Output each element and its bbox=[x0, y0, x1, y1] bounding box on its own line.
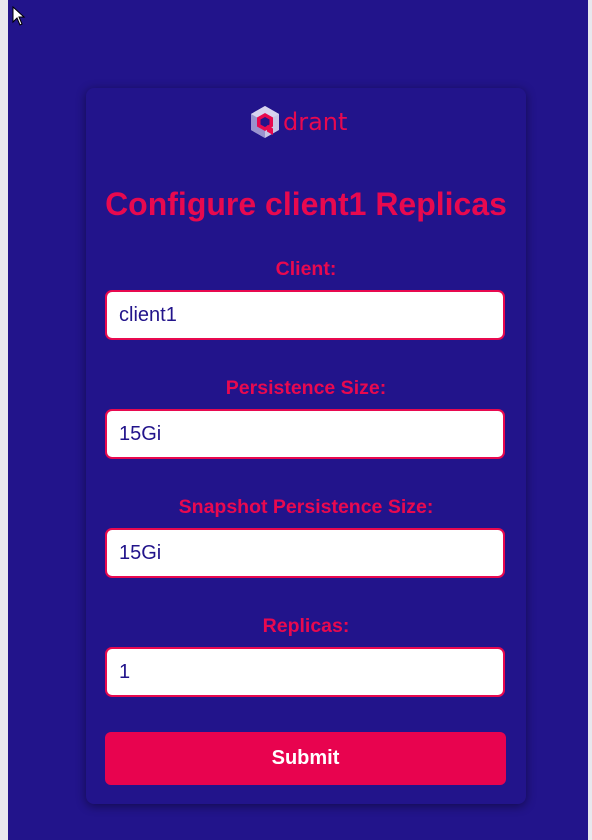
qdrant-logo-icon bbox=[251, 106, 279, 138]
client-label: Client: bbox=[275, 258, 337, 280]
snapshot-persistence-size-label: Snapshot Persistence Size: bbox=[178, 496, 434, 518]
replicas-input[interactable] bbox=[105, 647, 505, 697]
page-background: drant Configure client1 Replicas Client:… bbox=[8, 0, 588, 840]
persistence-size-input[interactable] bbox=[105, 409, 505, 459]
page-title: Configure client1 Replicas bbox=[105, 186, 507, 222]
submit-button[interactable]: Submit bbox=[105, 732, 506, 785]
logo-text: drant bbox=[283, 108, 348, 136]
snapshot-persistence-size-input[interactable] bbox=[105, 528, 505, 578]
logo: drant bbox=[249, 105, 347, 139]
config-form-card: drant Configure client1 Replicas Client:… bbox=[86, 88, 526, 804]
persistence-size-label: Persistence Size: bbox=[225, 377, 387, 399]
mouse-pointer-icon bbox=[12, 6, 26, 26]
replicas-label: Replicas: bbox=[262, 615, 350, 637]
client-input[interactable] bbox=[105, 290, 505, 340]
